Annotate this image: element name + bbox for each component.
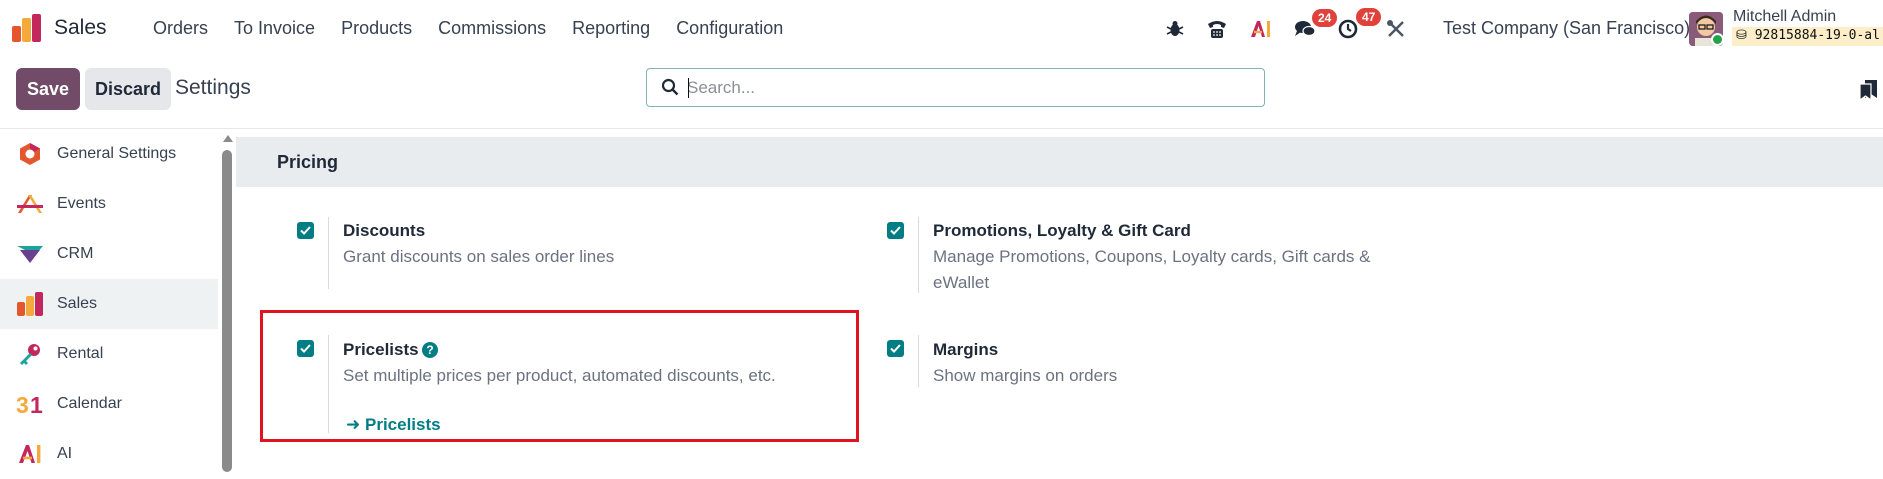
sidebar-item-label: Rental (57, 345, 104, 362)
scroll-up-icon[interactable] (223, 135, 233, 142)
control-panel: Save Discard Settings (0, 57, 1883, 129)
menu-configuration[interactable]: Configuration (676, 18, 783, 39)
app-name[interactable]: Sales (54, 16, 107, 40)
scrollbar-thumb[interactable] (222, 150, 232, 472)
sidebar-item-label: General Settings (57, 145, 177, 162)
help-icon[interactable]: ? (422, 342, 438, 358)
sidebar-item-crm[interactable]: CRM (0, 229, 218, 279)
setting-description: Set multiple prices per product, automat… (343, 366, 776, 385)
pricelists-link-label: Pricelists (364, 415, 441, 434)
sidebar-item-label: Events (57, 195, 106, 212)
top-navbar: Sales Orders To Invoice Products Commiss… (0, 0, 1883, 57)
phone-icon[interactable] (1206, 19, 1228, 39)
bookmark-icon[interactable] (1859, 79, 1879, 106)
search-icon (661, 78, 679, 101)
events-icon (16, 190, 44, 218)
discounts-checkbox[interactable] (297, 222, 314, 239)
setting-title: Promotions, Loyalty & Gift Card (933, 221, 1191, 240)
menu-products[interactable]: Products (341, 18, 412, 39)
crm-icon (16, 240, 44, 268)
activity-clock-icon[interactable]: 47 (1338, 7, 1382, 39)
sidebar-item-label: AI (57, 445, 73, 462)
chat-icon[interactable]: 24 (1294, 8, 1338, 38)
sidebar-item-label: Sales (57, 295, 98, 312)
setting-title: Margins (933, 340, 999, 359)
sidebar-item-label: Calendar (57, 395, 122, 412)
promotions-checkbox[interactable] (887, 222, 904, 239)
main-menu: Orders To Invoice Products Commissions R… (153, 0, 809, 57)
page-title: Settings (175, 76, 251, 99)
menu-reporting[interactable]: Reporting (572, 18, 650, 39)
database-tag: ⛁ 92815884-19-0-al (1732, 27, 1883, 46)
arrow-right-icon: ➜ (346, 415, 361, 434)
setting-description: Manage Promotions, Coupons, Loyalty card… (933, 247, 1371, 292)
online-status-icon (1711, 33, 1724, 46)
database-icon: ⛁ (1736, 28, 1747, 43)
sales-app-icon[interactable] (12, 14, 42, 42)
general-settings-icon (16, 140, 44, 168)
activities-badge: 47 (1356, 7, 1382, 26)
setting-divider (918, 217, 919, 293)
save-button[interactable]: Save (16, 68, 80, 110)
menu-orders[interactable]: Orders (153, 18, 208, 39)
menu-to-invoice[interactable]: To Invoice (234, 18, 315, 39)
sidebar-item-events[interactable]: Events (0, 179, 218, 229)
systray: 24 47 (1166, 0, 1428, 57)
settings-sidebar: General Settings Events CRM Sales Rental… (0, 129, 236, 472)
settings-main: Pricing Discounts Grant discounts on sal… (236, 129, 1883, 472)
pricelists-link[interactable]: ➜ Pricelists (346, 415, 441, 435)
messages-badge: 24 (1312, 8, 1338, 27)
tools-icon[interactable] (1386, 19, 1406, 39)
svg-text:3: 3 (16, 392, 29, 416)
database-name: 92815884-19-0-al (1754, 28, 1880, 43)
sales-icon (16, 290, 44, 318)
svg-text:1: 1 (30, 392, 43, 416)
sidebar-item-sales[interactable]: Sales (0, 279, 218, 329)
user-name[interactable]: Mitchell Admin (1733, 8, 1836, 26)
bug-icon[interactable] (1166, 20, 1184, 38)
search-input[interactable] (687, 69, 1247, 106)
section-title: Pricing (277, 152, 339, 172)
sidebar-item-calendar[interactable]: 3 1 Calendar (0, 379, 218, 429)
setting-title: Discounts (343, 221, 426, 240)
discard-button[interactable]: Discard (85, 68, 171, 110)
sidebar-item-label: CRM (57, 245, 94, 262)
setting-description: Show margins on orders (933, 366, 1118, 385)
rental-icon (16, 340, 44, 368)
margins-checkbox[interactable] (887, 340, 904, 357)
setting-title: Pricelists (343, 340, 419, 359)
menu-commissions[interactable]: Commissions (438, 18, 546, 39)
setting-description: Grant discounts on sales order lines (343, 247, 615, 266)
ai-icon[interactable] (1250, 20, 1272, 38)
ai-icon (16, 440, 44, 468)
setting-divider (918, 335, 919, 387)
company-switcher[interactable]: Test Company (San Francisco) (1443, 18, 1690, 39)
setting-divider (328, 217, 329, 289)
search-bar[interactable] (646, 68, 1265, 107)
text-cursor (688, 78, 689, 98)
setting-divider (328, 335, 329, 433)
section-header: Pricing (236, 137, 1883, 187)
pricelists-checkbox[interactable] (297, 340, 314, 357)
calendar-icon: 3 1 (16, 390, 44, 418)
sidebar-item-rental[interactable]: Rental (0, 329, 218, 379)
sidebar-item-general-settings[interactable]: General Settings (0, 129, 218, 179)
